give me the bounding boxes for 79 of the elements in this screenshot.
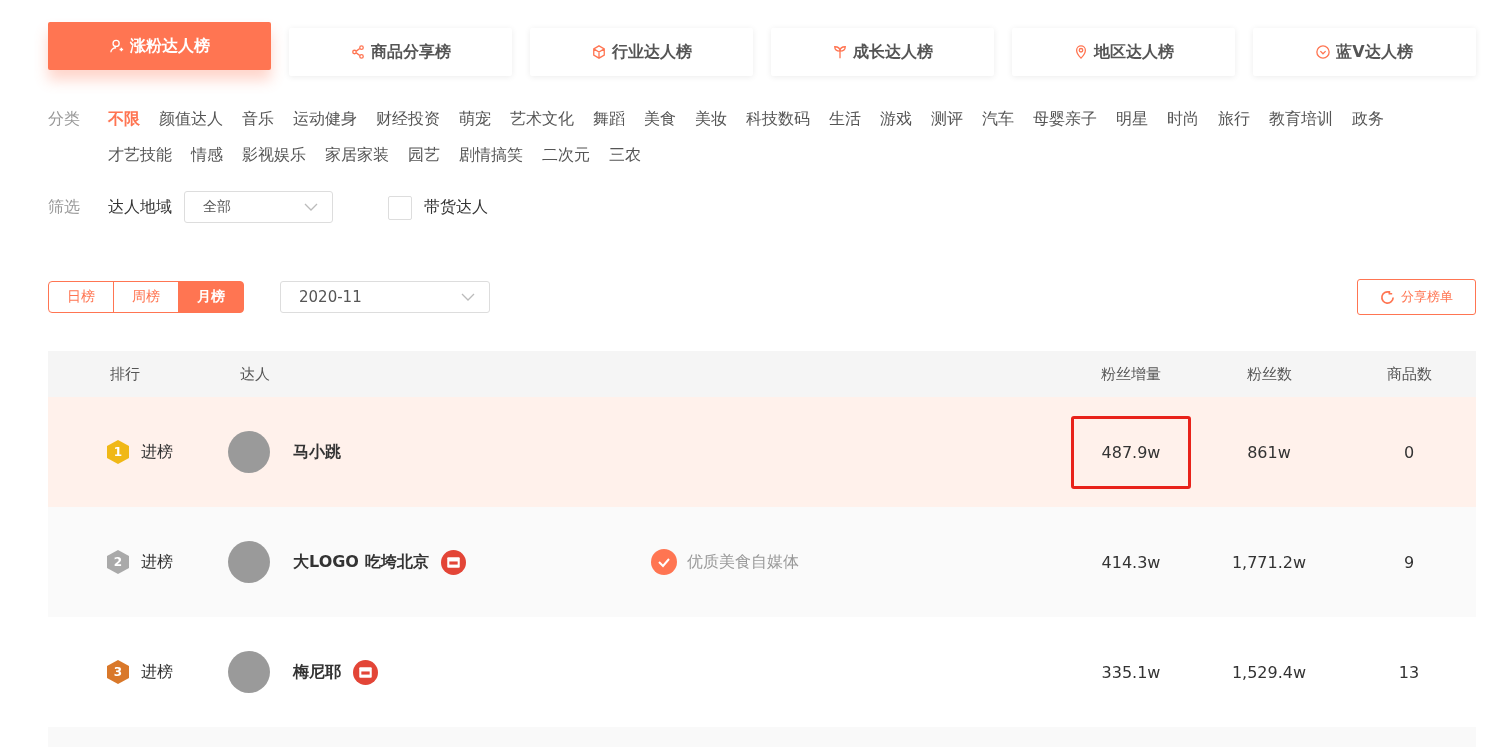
creator-name[interactable]: 大LOGO 吃垮北京	[293, 551, 429, 573]
table-row[interactable]: 2 进榜 大LOGO 吃垮北京 优质美食自媒体 414.3w 1,771.2w 9	[48, 507, 1476, 617]
location-pin-icon	[1073, 45, 1088, 59]
category-option[interactable]: 影视娱乐	[242, 137, 306, 173]
date-select[interactable]: 2020-11	[280, 281, 490, 313]
cube-icon	[591, 45, 606, 59]
checkbox-label: 带货达人	[424, 196, 488, 218]
category-option[interactable]: 艺术文化	[510, 101, 574, 137]
category-option[interactable]: 园艺	[408, 137, 440, 173]
category-option[interactable]: 家居家装	[325, 137, 389, 173]
category-option[interactable]: 情感	[191, 137, 223, 173]
chevron-down-icon	[304, 203, 318, 211]
category-option[interactable]: 舞蹈	[593, 101, 625, 137]
board-tab[interactable]: 商品分享榜	[289, 28, 512, 76]
fans-increase: 335.1w	[1101, 662, 1161, 682]
category-option[interactable]: 音乐	[242, 101, 274, 137]
rank-status: 进榜	[141, 661, 173, 683]
board-tab[interactable]: 成长达人榜	[771, 28, 994, 76]
column-header: 粉丝数	[1246, 364, 1292, 384]
category-option[interactable]: 三农	[609, 137, 641, 173]
chevron-down-icon	[461, 293, 475, 301]
share-icon	[350, 45, 365, 59]
fans-increase: 487.9w	[1070, 415, 1192, 489]
table-row[interactable]: 1 进榜 马小跳 487.9w 861w 0	[48, 397, 1476, 507]
board-tab[interactable]: 地区达人榜	[1012, 28, 1235, 76]
check-circle-icon	[651, 549, 677, 575]
rank-status: 进榜	[141, 551, 173, 573]
category-option[interactable]: 二次元	[542, 137, 590, 173]
column-header: 粉丝增量	[1101, 364, 1161, 384]
category-option[interactable]: 美妆	[695, 101, 727, 137]
column-header: 排行	[110, 364, 140, 384]
category-option[interactable]: 明星	[1116, 101, 1148, 137]
category-label: 分类	[48, 108, 81, 130]
category-option[interactable]: 运动健身	[293, 101, 357, 137]
fans-count: 1,771.2w	[1231, 552, 1307, 572]
avatar	[228, 431, 270, 473]
category-option[interactable]: 才艺技能	[108, 137, 172, 173]
user-plus-icon	[109, 39, 124, 53]
creator-tag: 优质美食自媒体	[687, 551, 799, 573]
refresh-icon	[1380, 289, 1395, 305]
board-tab[interactable]: 蓝V达人榜	[1253, 28, 1476, 76]
category-option[interactable]: 测评	[931, 101, 963, 137]
category-option[interactable]: 时尚	[1167, 101, 1199, 137]
chevron-circle-icon	[1316, 45, 1331, 59]
category-option[interactable]: 萌宠	[459, 101, 491, 137]
fans-increase: 414.3w	[1101, 552, 1161, 572]
region-select[interactable]: 全部	[184, 191, 333, 223]
sprout-icon	[832, 45, 847, 59]
fans-count: 1,529.4w	[1231, 662, 1307, 682]
avatar	[228, 651, 270, 693]
category-option[interactable]: 颜值达人	[159, 101, 223, 137]
product-count: 0	[1403, 442, 1415, 462]
avatar	[228, 541, 270, 583]
category-option[interactable]: 财经投资	[376, 101, 440, 137]
category-option[interactable]: 母婴亲子	[1033, 101, 1097, 137]
column-header: 商品数	[1386, 364, 1432, 384]
column-header: 达人	[239, 364, 270, 384]
category-option[interactable]: 旅行	[1218, 101, 1250, 137]
category-option[interactable]: 生活	[829, 101, 861, 137]
checkbox[interactable]	[388, 196, 412, 220]
category-option[interactable]: 教育培训	[1269, 101, 1333, 137]
rank-badge: 2	[107, 550, 129, 574]
rank-badge: 3	[107, 660, 129, 684]
filter-label: 筛选	[48, 196, 81, 218]
category-option[interactable]: 游戏	[880, 101, 912, 137]
fans-count: 861w	[1247, 442, 1291, 462]
category-option[interactable]: 科技数码	[746, 101, 810, 137]
rank-status: 进榜	[141, 441, 173, 463]
category-option[interactable]: 政务	[1352, 101, 1384, 137]
category-option[interactable]: 汽车	[982, 101, 1014, 137]
category-option[interactable]: 美食	[644, 101, 676, 137]
category-option[interactable]: 剧情搞笑	[459, 137, 523, 173]
rank-badge: 1	[107, 440, 129, 464]
product-count: 13	[1398, 662, 1420, 682]
creator-name[interactable]: 梅尼耶	[293, 661, 341, 683]
creator-name[interactable]: 马小跳	[293, 441, 341, 463]
product-count: 9	[1403, 552, 1415, 572]
region-label: 达人地域	[108, 196, 172, 218]
board-tab[interactable]: 行业达人榜	[530, 28, 753, 76]
